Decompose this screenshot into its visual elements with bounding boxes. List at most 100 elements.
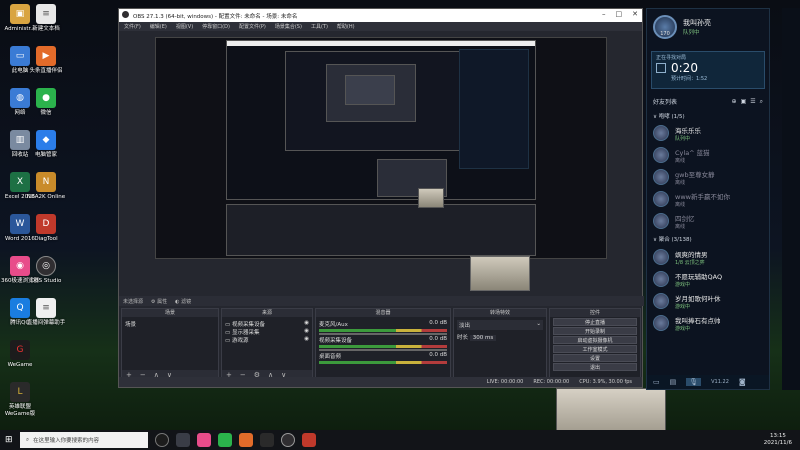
exit-button[interactable]: 退出 [553,363,637,371]
chat-icon[interactable]: ▭ [653,378,660,386]
transition-select[interactable]: 淡出 ⌄ [457,320,543,330]
friend-row[interactable]: 海乐乐乐 队列中 [647,122,769,144]
status-bar: LIVE: 00:00:00 REC: 00:00:00 CPU: 3.9%, … [119,377,642,387]
wegame-icon: G [10,340,30,360]
task-view-icon[interactable] [176,433,190,447]
source-item[interactable]: ▭ 游戏源 ◉ [225,336,309,344]
obs-icon[interactable] [281,433,295,447]
nested-capture-1 [226,40,536,200]
avatar[interactable]: 170 [653,15,677,39]
menu-help[interactable]: 帮助(H) [337,23,355,30]
user-name: 我叫孙亮 [683,19,711,27]
eye-icon[interactable]: ◉ [304,320,309,326]
desktop-icon-toutiao-live[interactable]: ▶ 头条直播伴侣 [26,46,66,75]
taskbar-search[interactable]: ⌕ 在这里输入你要搜索的内容 [20,432,148,448]
wegame-icon[interactable] [302,433,316,447]
friend-row[interactable]: 岁月如歌何叶休 游戏中 [647,290,769,312]
desktop-icon-wechat[interactable]: ● 微信 [26,88,66,117]
friend-row[interactable]: www新手赢不如你 离线 [647,188,769,210]
menu-tools[interactable]: 工具(T) [311,23,328,30]
friends-label: 好友列表 [653,99,678,106]
diagtool-icon: D [36,214,56,234]
menu-view[interactable]: 视图(V) [176,23,193,30]
menu-bar: 文件(F) 编辑(E) 视图(V) 停靠窗口(D) 配置文件(P) 场景集合(S… [119,22,642,31]
source-toolbar: 未选择源 ⚙ 属性 ◐ 滤镜 [119,296,644,306]
lol-icon[interactable] [260,433,274,447]
start-recording-button[interactable]: 开始录制 [553,327,637,335]
obs-titlebar[interactable]: OBS 27.1.3 (64-bit, windows) - 配置文件: 未命名… [119,9,642,22]
desktop-icon-pc-manager[interactable]: ◆ 电脑管家 [26,130,66,159]
nested-obs-docks [226,204,536,256]
friend-row[interactable]: 我叫捧石有点帅 游戏中 [647,312,769,334]
source-item[interactable]: ▭ 显示器采集 ◉ [225,328,309,336]
webcam-overlay-small [470,256,530,291]
properties-button[interactable]: ⚙ 属性 [151,298,167,305]
volume-slider[interactable] [319,349,447,351]
cortana-icon[interactable] [155,433,169,447]
settings-button[interactable]: 设置 [553,354,637,362]
friend-group-2[interactable]: ∨ 聚合 (3/138) [647,232,769,246]
menu-edit[interactable]: 编辑(E) [150,23,167,30]
desktop-icon-new-text[interactable]: ≡ 新建文本档 [26,4,66,33]
voice-icon[interactable]: 🎙 [686,378,702,386]
eye-icon[interactable]: ◉ [304,336,309,342]
desktop-icon-nba2k[interactable]: N NBA2K Online [26,172,66,201]
friend-avatar [653,293,669,309]
obs-window[interactable]: OBS 27.1.3 (64-bit, windows) - 配置文件: 未命名… [118,8,644,388]
volume-meter [319,345,447,348]
close-icon[interactable]: ✕ [632,10,638,18]
client-footer: ▭ ▤ 🎙 V11.22 ◙ [647,375,769,389]
stop-streaming-button[interactable]: 停止直播 [553,318,637,326]
scenes-dock: 场景 场景 + − ∧ ∨ [121,308,219,380]
friend-group-1[interactable]: ∨ 咆哮 (1/5) [647,110,769,122]
desktop-icon-wegame[interactable]: G WeGame [0,340,40,369]
taskbar: ⊞ ⌕ 在这里输入你要搜索的内容 13:15 2021/11/6 [0,430,800,450]
menu-file[interactable]: 文件(F) [124,23,141,30]
eye-icon[interactable]: ◉ [304,328,309,334]
maximize-icon[interactable]: □ [616,10,623,18]
desktop-icon-danmu-helper[interactable]: ≡ 直播间弹幕助手 [26,298,66,327]
nested-webcam [418,188,444,208]
sources-dock: 来源 ▭ 视频采集设备 ◉ ▭ 显示器采集 ◉ ▭ 游戏源 ◉ + − ⚙ ∧ ∨ [221,308,313,380]
rec-status: REC: 00:00:00 [533,379,570,385]
friend-row[interactable]: gwb至尊女静 离线 [647,166,769,188]
wechat-icon[interactable] [218,433,232,447]
friend-avatar [653,191,669,207]
queue-label: 正在寻找对局 [656,55,687,61]
queue-card[interactable]: 正在寻找对局 0:20 预计时间：1:52 [651,51,765,89]
help-icon[interactable]: ◙ [739,378,746,386]
filters-button[interactable]: ◐ 滤镜 [175,298,191,305]
browser-icon[interactable] [197,433,211,447]
friend-avatar [653,213,669,229]
minimize-icon[interactable]: – [602,10,606,18]
taskbar-clock[interactable]: 13:15 2021/11/6 [764,433,792,447]
friend-row[interactable]: 四剑忆 离线 [647,210,769,232]
duration-input[interactable]: 300 ms [469,335,497,341]
preview-canvas[interactable] [155,37,607,259]
desktop-icon-diagtool[interactable]: D DiagTool [26,214,66,243]
menu-scene-collection[interactable]: 场景集合(S) [275,23,302,30]
desktop-icon-obs[interactable]: ◎ OBS Studio [26,256,66,285]
friend-row[interactable]: 飒爽的情男 1/8 云顶之弈 [647,246,769,268]
volume-slider[interactable] [319,333,447,335]
source-item[interactable]: ▭ 视频采集设备 ◉ [225,320,309,328]
chevron-down-icon: ⌄ [536,321,541,327]
desktop-icon-lol-wegame[interactable]: L 英雄联盟 WeGame版 [0,382,40,417]
scene-item[interactable]: 场景 [125,320,215,328]
friend-row[interactable]: Cyla^ 蓝猫 离线 [647,144,769,166]
add-friend-icon[interactable]: ⊕ [732,98,737,105]
menu-docks[interactable]: 停靠窗口(D) [202,23,230,30]
mixer-channel: 麦克风/Aux 0.0 dB [319,320,447,335]
search-icon[interactable]: ⌕ [760,98,763,106]
start-virtual-camera-button[interactable]: 启动虚拟摄像机 [553,336,637,344]
nested-capture-4 [345,75,395,105]
folder-icon[interactable]: ▣ [741,98,747,105]
studio-mode-button[interactable]: 工作室模式 [553,345,637,353]
friend-avatar [653,315,669,331]
menu-profile[interactable]: 配置文件(P) [239,23,266,30]
start-icon[interactable]: ⊞ [5,435,13,445]
list-icon[interactable]: ☰ [750,98,755,105]
notes-icon[interactable]: ▤ [670,378,677,386]
toutiao-icon[interactable] [239,433,253,447]
friend-row[interactable]: 不愿玩辅助QAQ 游戏中 [647,268,769,290]
